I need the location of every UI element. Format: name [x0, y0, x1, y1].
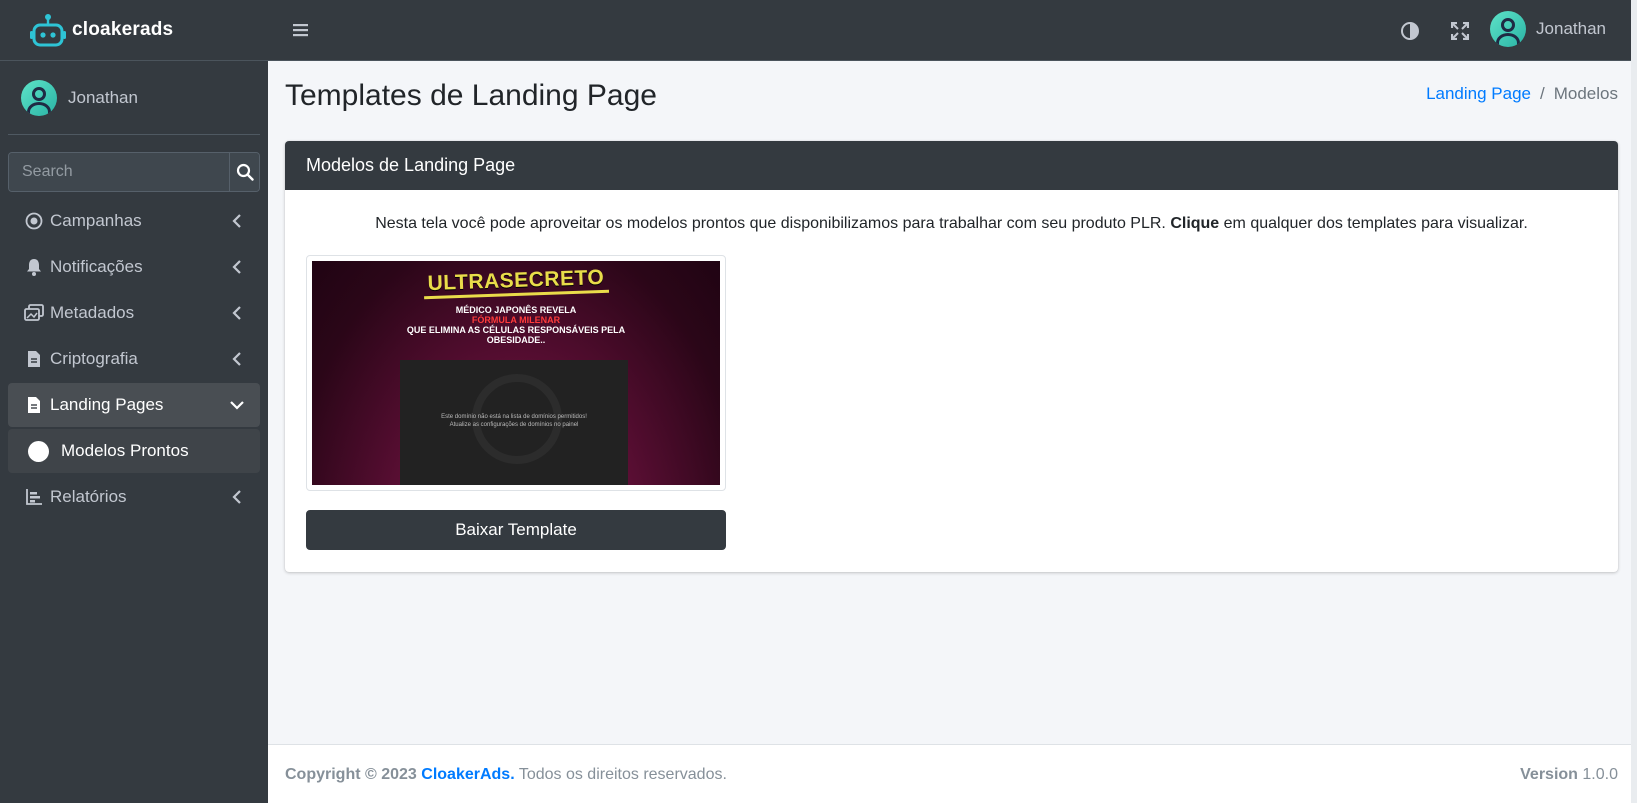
sidebar-item-notificacoes[interactable]: Notificações	[8, 245, 260, 289]
menu-icon[interactable]	[292, 21, 310, 39]
card-title: Modelos de Landing Page	[285, 141, 1618, 190]
template-preview: ULTRASECRETO MÉDICO JAPONÊS REVELA FÓRMU…	[312, 261, 720, 485]
video-message: Atualize as configurações de domínios no…	[449, 422, 579, 428]
circle-dot-icon	[24, 211, 44, 231]
card-description: Nesta tela você pode aproveitar os model…	[285, 215, 1618, 233]
chevron-left-icon	[228, 212, 246, 230]
footer-brand-link[interactable]: CloakerAds.	[421, 766, 514, 783]
user-panel[interactable]: Jonathan	[8, 61, 260, 135]
chart-icon	[24, 487, 44, 507]
chevron-left-icon	[228, 258, 246, 276]
brand-name: cloakerads	[72, 19, 174, 40]
sidebar-search	[8, 152, 260, 192]
search-button[interactable]	[229, 153, 259, 191]
file-icon	[24, 349, 44, 369]
sidebar-item-criptografia[interactable]: Criptografia	[8, 337, 260, 381]
sidebar-user-name: Jonathan	[68, 87, 138, 107]
version-label: Version	[1520, 766, 1578, 783]
sidebar-item-campanhas[interactable]: Campanhas	[8, 199, 260, 243]
top-user-menu[interactable]: Jonathan	[1490, 11, 1606, 47]
top-navbar: Jonathan	[268, 0, 1637, 61]
template-line: QUE ELIMINA AS CÉLULAS RESPONSÁVEIS PELA	[406, 325, 626, 335]
sidebar-item-relatorios[interactable]: Relatórios	[8, 475, 260, 519]
templates-card: Modelos de Landing Page Nesta tela você …	[285, 141, 1618, 572]
sidebar: cloakerads Jonathan Campanhas Notificaçõ…	[0, 0, 268, 803]
content-header: Templates de Landing Page Landing Page /…	[268, 61, 1637, 141]
search-input[interactable]	[9, 153, 229, 191]
footer-version: Version 1.0.0	[1520, 766, 1618, 784]
sidebar-item-label: Relatórios	[50, 487, 127, 506]
template-line: MÉDICO JAPONÊS REVELA	[455, 305, 577, 315]
description-text-end: em qualquer dos templates para visualiza…	[1219, 215, 1528, 232]
circle-icon	[28, 440, 49, 462]
breadcrumb-current: Modelos	[1553, 84, 1618, 103]
template-line-highlight: FÓRMULA MILENAR	[471, 315, 561, 325]
avatar	[21, 79, 57, 116]
copyright-text: Copyright © 2023	[285, 766, 417, 783]
sidebar-item-label: Notificações	[50, 257, 143, 276]
description-bold: Clique	[1170, 215, 1220, 232]
sidebar-item-modelos-prontos[interactable]: Modelos Prontos	[8, 429, 260, 473]
sidebar-item-metadados[interactable]: Metadados	[8, 291, 260, 335]
sidebar-item-label: Modelos Prontos	[61, 441, 189, 460]
brand[interactable]: cloakerads	[0, 0, 268, 61]
template-line: OBESIDADE..	[486, 335, 546, 345]
footer-copyright: Copyright © 2023 CloakerAds. Todos os di…	[285, 766, 727, 784]
breadcrumb-link[interactable]: Landing Page	[1426, 84, 1531, 104]
breadcrumb: Landing Page / Modelos	[1426, 84, 1618, 104]
sidebar-item-label: Campanhas	[50, 211, 142, 230]
template-video: Este domínio não está na lista de domíni…	[400, 360, 628, 485]
bell-icon	[24, 257, 44, 277]
robot-logo-icon	[30, 13, 66, 47]
chevron-left-icon	[228, 350, 246, 368]
version-number: 1.0.0	[1582, 766, 1618, 783]
sidebar-item-landing-pages[interactable]: Landing Pages	[8, 383, 260, 427]
scrollbar[interactable]	[1631, 0, 1637, 803]
sidebar-nav: Campanhas Notificações Metadados Criptog…	[8, 199, 260, 521]
video-message: Este domínio não está na lista de domíni…	[441, 414, 587, 420]
chevron-left-icon	[228, 488, 246, 506]
template-logo: ULTRASECRETO	[423, 265, 609, 300]
sidebar-item-label: Metadados	[50, 303, 135, 322]
rights-text: Todos os direitos reservados.	[518, 766, 727, 783]
fullscreen-icon[interactable]	[1449, 20, 1471, 42]
chevron-left-icon	[228, 304, 246, 322]
footer: Copyright © 2023 CloakerAds. Todos os di…	[268, 744, 1637, 803]
search-icon	[236, 163, 254, 181]
file-text-icon	[24, 395, 44, 415]
avatar	[1490, 11, 1527, 47]
description-text: Nesta tela você pode aproveitar os model…	[375, 215, 1171, 232]
breadcrumb-separator: /	[1540, 84, 1545, 103]
page-title: Templates de Landing Page	[285, 79, 657, 112]
contrast-icon[interactable]	[1399, 20, 1421, 42]
images-icon	[24, 303, 44, 323]
template-thumbnail[interactable]: ULTRASECRETO MÉDICO JAPONÊS REVELA FÓRMU…	[306, 255, 726, 491]
sidebar-item-label: Landing Pages	[50, 395, 164, 414]
download-template-button[interactable]: Baixar Template	[306, 510, 726, 550]
sidebar-item-label: Criptografia	[50, 349, 138, 368]
top-user-name: Jonathan	[1536, 19, 1606, 38]
chevron-down-icon	[228, 396, 246, 414]
